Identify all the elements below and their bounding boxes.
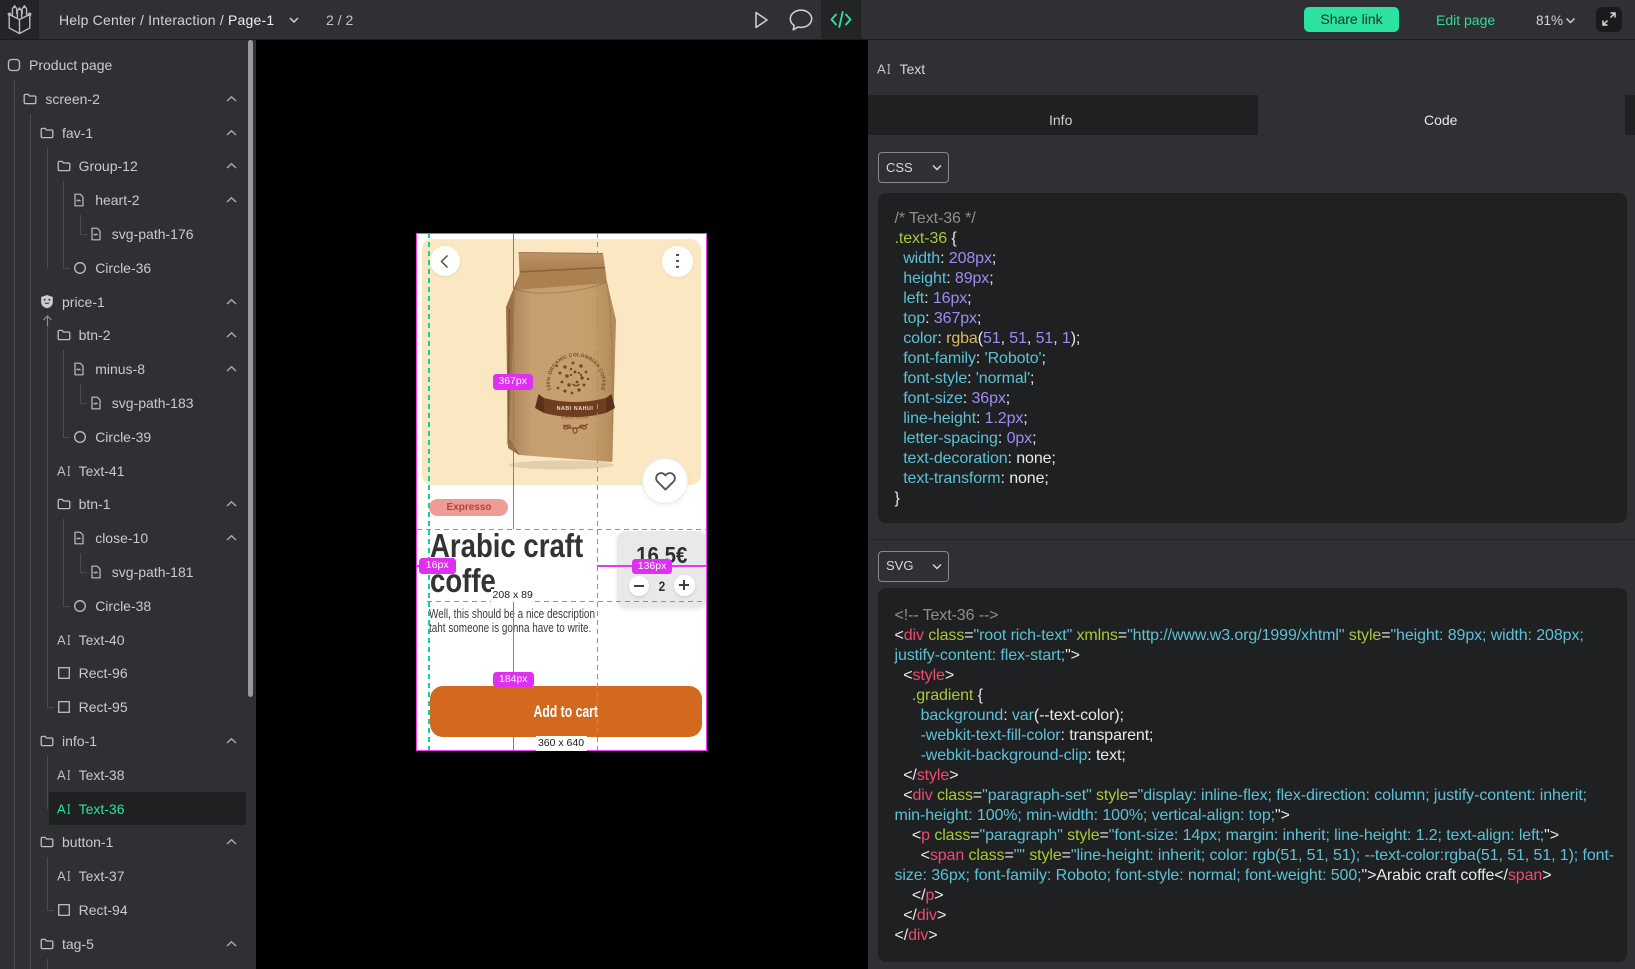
svg-text:A: A (57, 633, 66, 647)
svg-text:A: A (57, 802, 66, 816)
svg-text:A: A (57, 464, 66, 478)
svg-text:A: A (57, 768, 66, 782)
svg-text:A: A (57, 869, 66, 883)
svg-text:A: A (877, 62, 886, 76)
